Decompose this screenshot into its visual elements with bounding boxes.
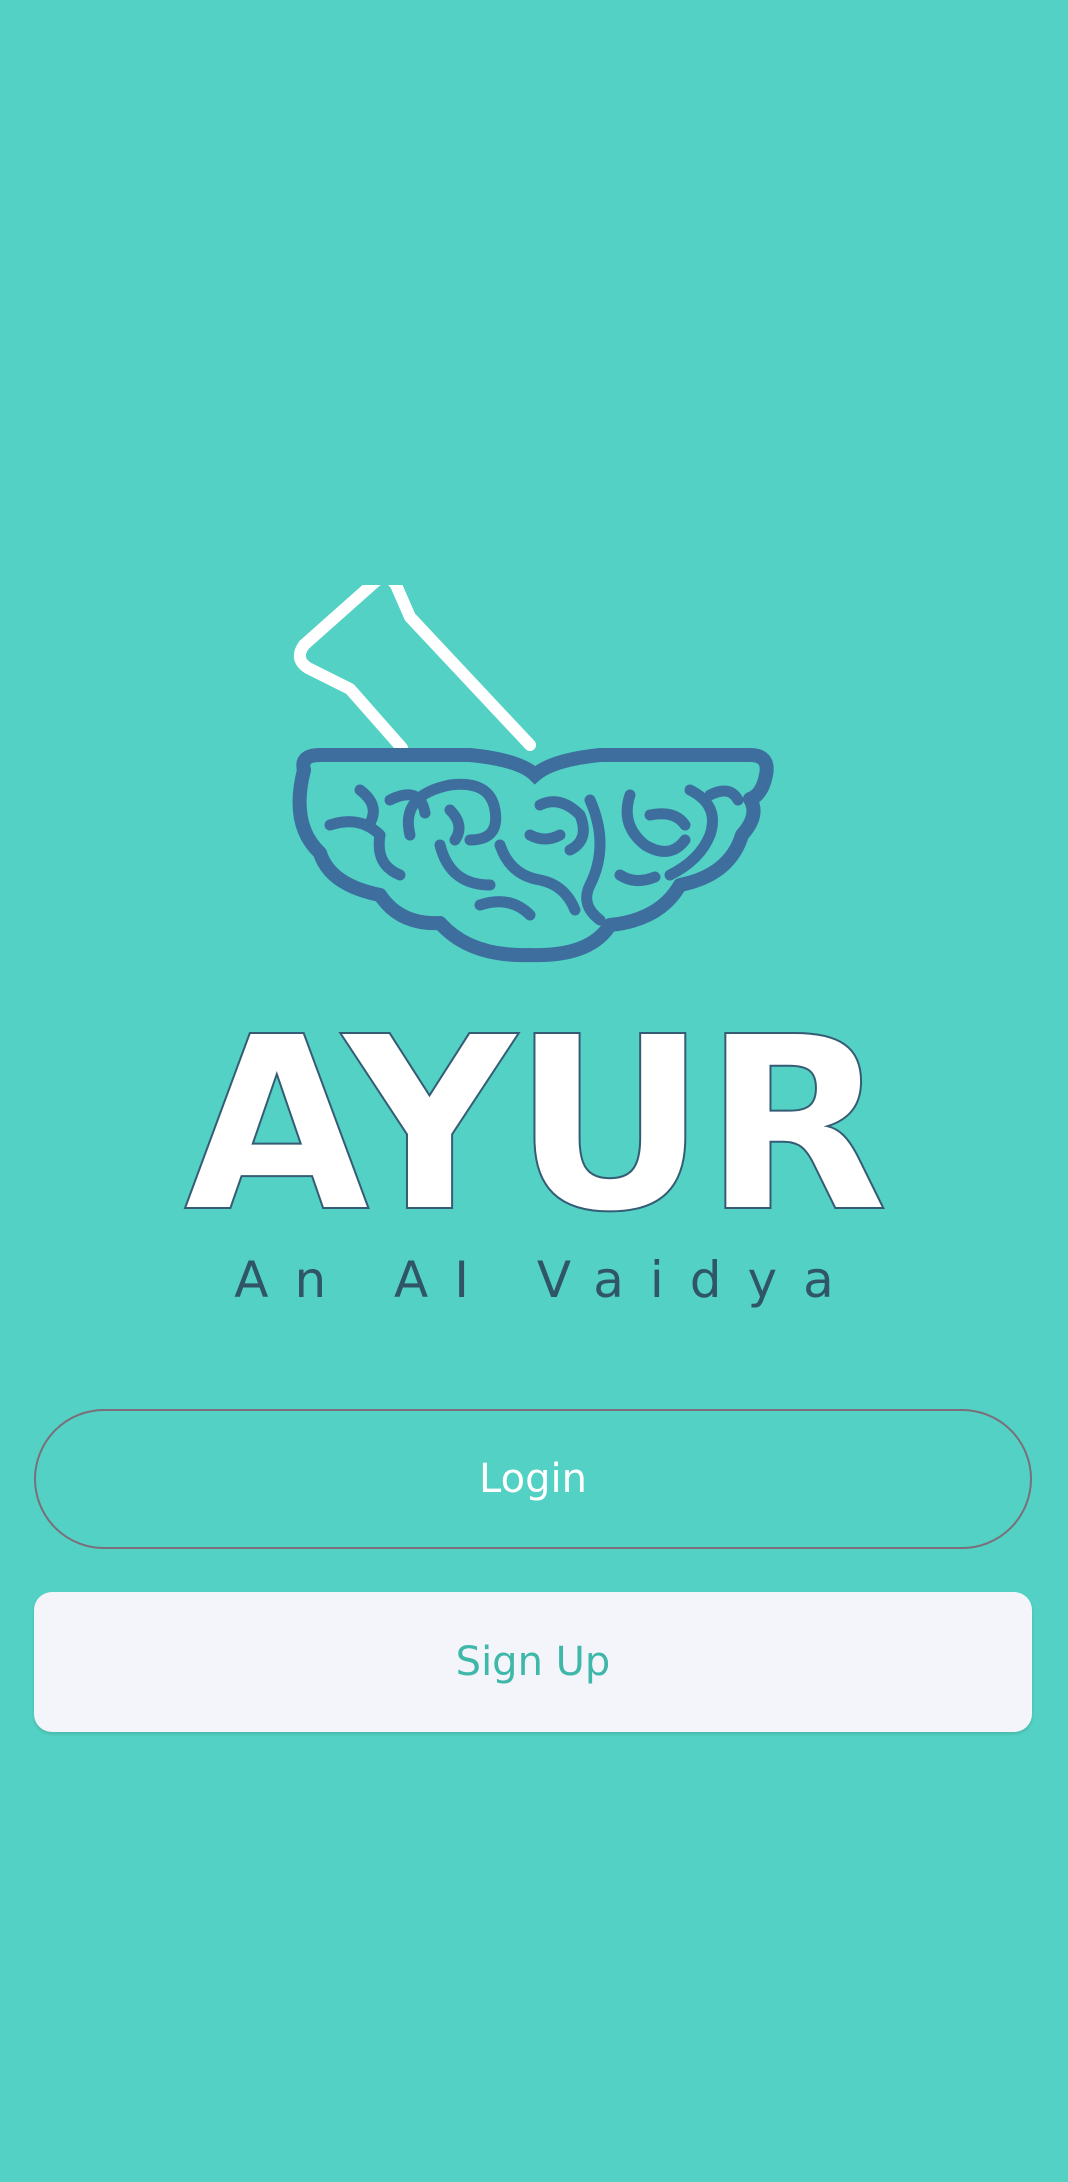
pestle-shape — [293, 585, 536, 754]
welcome-screen: AYUR An AI Vaidya Login Sign Up — [0, 0, 1068, 2182]
login-button[interactable]: Login — [34, 1409, 1032, 1549]
app-tagline: An AI Vaidya — [234, 1251, 860, 1309]
signup-button[interactable]: Sign Up — [34, 1592, 1032, 1732]
mortar-pestle-brain-icon — [292, 585, 774, 963]
app-title: AYUR — [183, 985, 889, 1265]
